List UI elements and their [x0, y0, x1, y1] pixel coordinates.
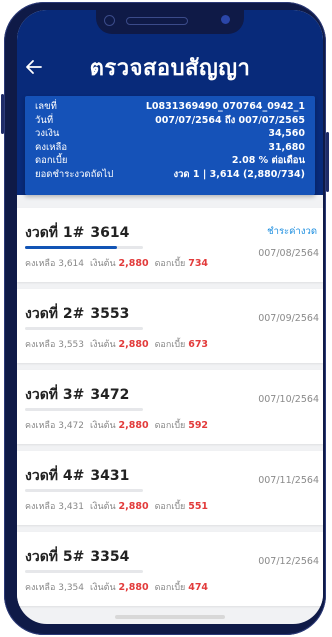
installment-list: งวดที่ 1# 3614 คงเหลือ 3,614 เงินต้น 2,880 ด… — [17, 208, 323, 613]
installment-label: งวดที่ 2# — [25, 306, 85, 322]
power-button — [326, 132, 329, 192]
home-indicator — [115, 615, 225, 619]
installment-item[interactable]: งวดที่ 5# 3354 คงเหลือ 3,354 เงินต้น 2,880 ด… — [17, 532, 323, 606]
installment-amount: 3614 — [90, 225, 130, 241]
remaining-value: 3,354 — [58, 583, 84, 593]
installment-breakdown: คงเหลือ 3,553 เงินต้น 2,880 ดอกเบี้ย 673 — [25, 337, 208, 351]
principal-value: 2,880 — [118, 501, 149, 512]
contract-info-row: เลขที่ L0831369490_070764_0942_1 — [35, 100, 305, 114]
remaining-label: คงเหลือ — [25, 421, 56, 431]
installment-due-date: 007/09/2564 — [258, 313, 319, 324]
installment-title: งวดที่ 1# 3614 — [25, 222, 129, 244]
contract-info-value: 31,680 — [268, 141, 305, 153]
installment-breakdown: คงเหลือ 3,614 เงินต้น 2,880 ดอกเบี้ย 734 — [25, 256, 208, 270]
remaining-value: 3,472 — [58, 421, 84, 431]
interest-value: 592 — [188, 420, 209, 431]
installment-label: งวดที่ 1# — [25, 225, 85, 241]
installment-breakdown: คงเหลือ 3,431 เงินต้น 2,880 ดอกเบี้ย 551 — [25, 499, 208, 513]
installment-breakdown: คงเหลือ 3,354 เงินต้น 2,880 ดอกเบี้ย 474 — [25, 580, 208, 594]
installment-label: งวดที่ 4# — [25, 468, 85, 484]
principal-label: เงินต้น — [90, 583, 116, 593]
installment-label: งวดที่ 5# — [25, 549, 85, 565]
installment-label: งวดที่ 3# — [25, 387, 85, 403]
installment-item[interactable]: งวดที่ 2# 3553 คงเหลือ 3,553 เงินต้น 2,880 ด… — [17, 289, 323, 363]
contract-info-label: วันที่ — [35, 114, 54, 126]
installment-due-date: 007/10/2564 — [258, 394, 319, 405]
installment-item[interactable]: งวดที่ 3# 3472 คงเหลือ 3,472 เงินต้น 2,880 ด… — [17, 370, 323, 444]
interest-value: 474 — [188, 582, 209, 593]
interest-label: ดอกเบี้ย — [154, 340, 186, 350]
principal-value: 2,880 — [118, 339, 149, 350]
remaining-label: คงเหลือ — [25, 340, 56, 350]
contract-summary-card: เลขที่ L0831369490_070764_0942_1 วันที่ 007… — [25, 96, 315, 195]
contract-info-value: L0831369490_070764_0942_1 — [145, 101, 305, 112]
header: ตรวจสอบสัญญา เลขที่ L0831369490_070764_09… — [17, 10, 323, 195]
installment-progress-fill — [25, 246, 118, 249]
installment-progress-bar — [25, 408, 143, 411]
phone-notch — [96, 10, 244, 34]
installment-amount: 3354 — [90, 549, 130, 565]
principal-label: เงินต้น — [90, 502, 116, 512]
app-screen: ตรวจสอบสัญญา เลขที่ L0831369490_070764_09… — [17, 10, 323, 624]
contract-info-label: ยอดชำระงวดถัดไป — [35, 168, 114, 180]
principal-value: 2,880 — [118, 258, 149, 269]
interest-label: ดอกเบี้ย — [154, 259, 186, 269]
interest-value: 734 — [188, 258, 209, 269]
installment-title: งวดที่ 5# 3354 — [25, 546, 129, 568]
remaining-label: คงเหลือ — [25, 502, 56, 512]
contract-info-value: 34,560 — [268, 128, 305, 139]
installment-title: งวดที่ 4# 3431 — [25, 465, 129, 487]
installment-title: งวดที่ 3# 3472 — [25, 384, 129, 406]
principal-label: เงินต้น — [90, 340, 116, 350]
contract-info-row: ดอกเบี้ย 2.08 % ต่อเดือน — [35, 154, 305, 168]
speaker-grille — [126, 17, 188, 25]
contract-info-row: ยอดชำระงวดถัดไป งวด 1 | 3,614 (2,880/734) — [35, 168, 305, 182]
installment-title: งวดที่ 2# 3553 — [25, 303, 129, 325]
remaining-label: คงเหลือ — [25, 259, 56, 269]
installment-progress-bar — [25, 570, 143, 573]
camera-icon — [104, 15, 115, 26]
contract-info-label: เลขที่ — [35, 101, 57, 112]
volume-button — [1, 94, 4, 134]
installment-breakdown: คงเหลือ 3,472 เงินต้น 2,880 ดอกเบี้ย 592 — [25, 418, 208, 432]
installment-due-date: 007/12/2564 — [258, 556, 319, 567]
interest-label: ดอกเบี้ย — [154, 583, 186, 593]
contract-info-row: วันที่ 007/07/2564 ถึง 007/07/2565 — [35, 114, 305, 128]
principal-label: เงินต้น — [90, 259, 116, 269]
contract-info-row: วงเงิน 34,560 — [35, 127, 305, 141]
installment-amount: 3431 — [90, 468, 130, 484]
pay-installment-link[interactable]: ชำระค่างวด — [267, 224, 317, 239]
installment-progress-bar — [25, 489, 143, 492]
installment-due-date: 007/08/2564 — [258, 248, 319, 259]
installment-amount: 3553 — [90, 306, 130, 322]
installment-progress-bar — [25, 246, 143, 249]
principal-value: 2,880 — [118, 582, 149, 593]
installment-amount: 3472 — [90, 387, 130, 403]
principal-label: เงินต้น — [90, 421, 116, 431]
remaining-value: 3,553 — [58, 340, 84, 350]
contract-info-value: 2.08 % ต่อเดือน — [231, 155, 305, 166]
contract-info-label: ดอกเบี้ย — [35, 155, 68, 166]
page-title: ตรวจสอบสัญญา — [89, 56, 251, 81]
phone-frame: ตรวจสอบสัญญา เลขที่ L0831369490_070764_09… — [1, 2, 329, 635]
contract-info-label: คงเหลือ — [35, 141, 68, 153]
interest-value: 673 — [188, 339, 209, 350]
remaining-value: 3,431 — [58, 502, 84, 512]
interest-label: ดอกเบี้ย — [154, 421, 186, 431]
title-bar: ตรวจสอบสัญญา — [17, 50, 323, 84]
contract-info-row: คงเหลือ 31,680 — [35, 141, 305, 155]
interest-value: 551 — [188, 501, 209, 512]
installment-item[interactable]: งวดที่ 4# 3431 คงเหลือ 3,431 เงินต้น 2,880 ด… — [17, 451, 323, 525]
installment-due-date: 007/11/2564 — [258, 475, 319, 486]
contract-info-value: 007/07/2564 ถึง 007/07/2565 — [155, 114, 305, 126]
contract-info-value: งวด 1 | 3,614 (2,880/734) — [173, 168, 305, 180]
installment-progress-bar — [25, 327, 143, 330]
principal-value: 2,880 — [118, 420, 149, 431]
remaining-label: คงเหลือ — [25, 583, 56, 593]
front-sensor-icon — [221, 15, 230, 24]
interest-label: ดอกเบี้ย — [154, 502, 186, 512]
remaining-value: 3,614 — [58, 259, 84, 269]
installment-item[interactable]: งวดที่ 1# 3614 คงเหลือ 3,614 เงินต้น 2,880 ด… — [17, 208, 323, 282]
contract-info-label: วงเงิน — [35, 128, 60, 139]
